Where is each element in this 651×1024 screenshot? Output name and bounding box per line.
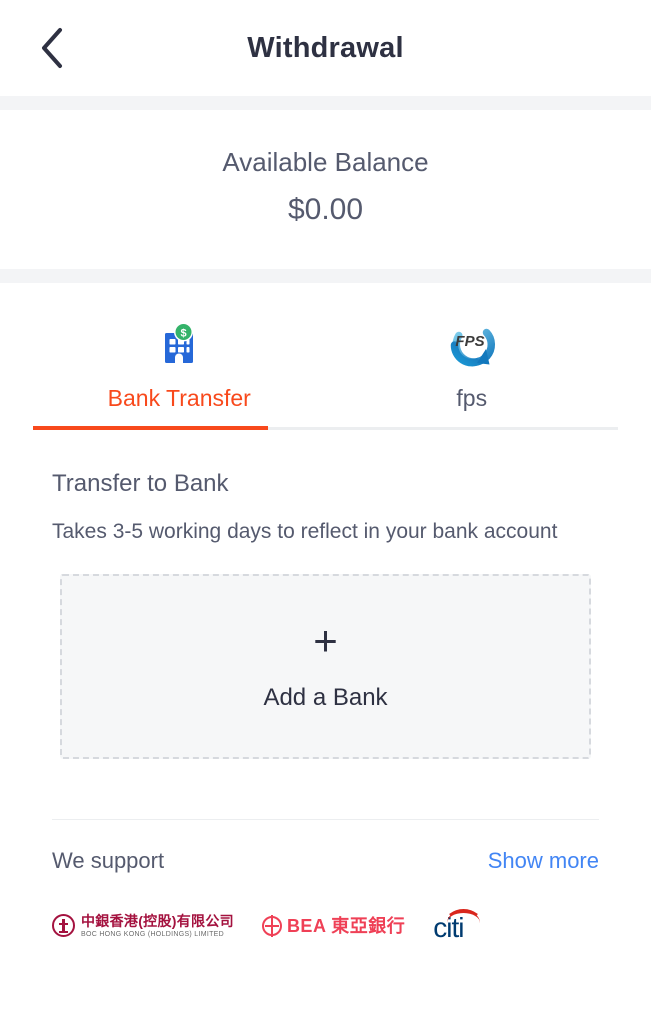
- tab-active-indicator: [33, 425, 268, 430]
- tab-fps[interactable]: FPS fps: [326, 317, 619, 430]
- tab-fps-label: fps: [456, 384, 488, 411]
- show-more-link[interactable]: Show more: [488, 848, 599, 874]
- header-separator-band: [0, 96, 651, 110]
- we-support-label: We support: [52, 847, 165, 873]
- bea-logo-text: BEA 東亞銀行: [286, 915, 406, 936]
- transfer-section-subtitle: Takes 3-5 working days to reflect in you…: [52, 519, 558, 543]
- page-title: Withdrawal: [247, 31, 404, 64]
- tab-bank-transfer[interactable]: $ Bank Transfer: [33, 317, 326, 430]
- support-row: We support Show more: [52, 820, 599, 874]
- add-a-bank-label: Add a Bank: [263, 684, 388, 712]
- withdrawal-method-tabs: $ Bank Transfer FPS fps: [0, 282, 651, 430]
- svg-text:FPS: FPS: [455, 333, 484, 350]
- boc-logo-en: BOC HONG KONG (HOLDINGS) LIMITED: [81, 930, 224, 938]
- balance-label: Available Balance: [222, 147, 429, 177]
- transfer-to-bank-panel: Transfer to Bank Takes 3-5 working days …: [0, 430, 651, 942]
- transfer-section-title: Transfer to Bank: [52, 469, 229, 497]
- svg-text:$: $: [181, 327, 187, 339]
- tab-bank-transfer-label: Bank Transfer: [107, 384, 251, 411]
- back-button[interactable]: [24, 20, 80, 76]
- add-a-bank-button[interactable]: + Add a Bank: [60, 573, 591, 759]
- bank-building-dollar-icon: $: [156, 317, 202, 373]
- app-header: Withdrawal: [0, 0, 651, 96]
- available-balance-section: Available Balance $0.00: [0, 110, 651, 269]
- bank-logo-citi: citi: [433, 909, 483, 942]
- boc-emblem-icon: [52, 914, 75, 938]
- chevron-left-icon: [39, 27, 65, 69]
- fps-logo-icon: FPS: [445, 317, 499, 373]
- bank-logo-boc-hong-kong: 中銀香港(控股)有限公司 BOC HONG KONG (HOLDINGS) LI…: [52, 914, 234, 938]
- supported-bank-logos: 中銀香港(控股)有限公司 BOC HONG KONG (HOLDINGS) LI…: [52, 874, 599, 942]
- citi-arc-icon: [443, 909, 483, 923]
- plus-icon: +: [313, 617, 338, 665]
- withdrawal-screen: Withdrawal Available Balance $0.00 $ Ban…: [0, 0, 651, 1024]
- balance-amount: $0.00: [287, 192, 364, 226]
- balance-separator-band: [0, 268, 651, 283]
- bea-emblem-icon: [261, 914, 282, 937]
- boc-logo-cn: 中銀香港(控股)有限公司: [81, 912, 234, 929]
- bank-logo-bea: BEA 東亞銀行: [261, 914, 406, 937]
